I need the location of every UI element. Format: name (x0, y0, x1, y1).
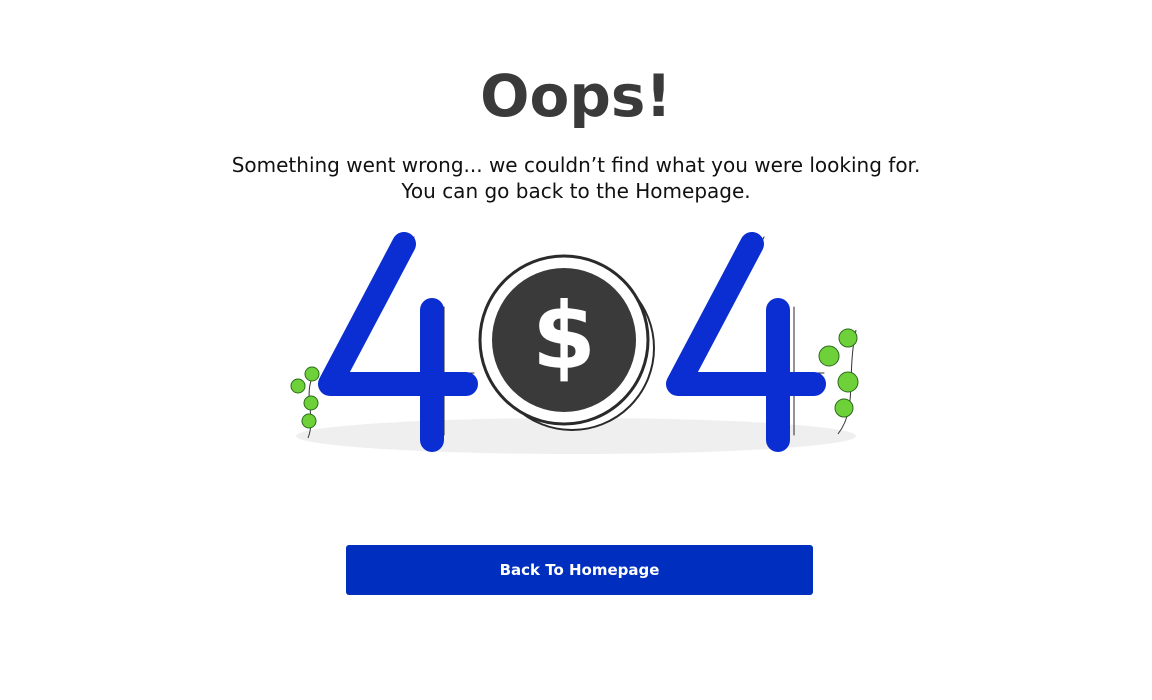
digit-4-right (666, 232, 826, 452)
dollar-coin-icon: $ (478, 254, 655, 431)
digit-4-left (318, 232, 478, 452)
error-message-line-2: You can go back to the Homepage. (401, 179, 751, 203)
404-illustration: $ (290, 232, 859, 454)
error-message-line-1: Something went wrong... we couldn’t find… (231, 153, 921, 177)
coin-symbol: $ (532, 283, 596, 390)
error-message: Something went wrong... we couldn’t find… (0, 152, 1152, 204)
error-page: Oops! Something went wrong... we couldn’… (0, 0, 1152, 700)
page-title: Oops! (480, 62, 672, 130)
back-to-homepage-button[interactable]: Back To Homepage (346, 545, 813, 595)
left-vine-icon (290, 366, 320, 439)
